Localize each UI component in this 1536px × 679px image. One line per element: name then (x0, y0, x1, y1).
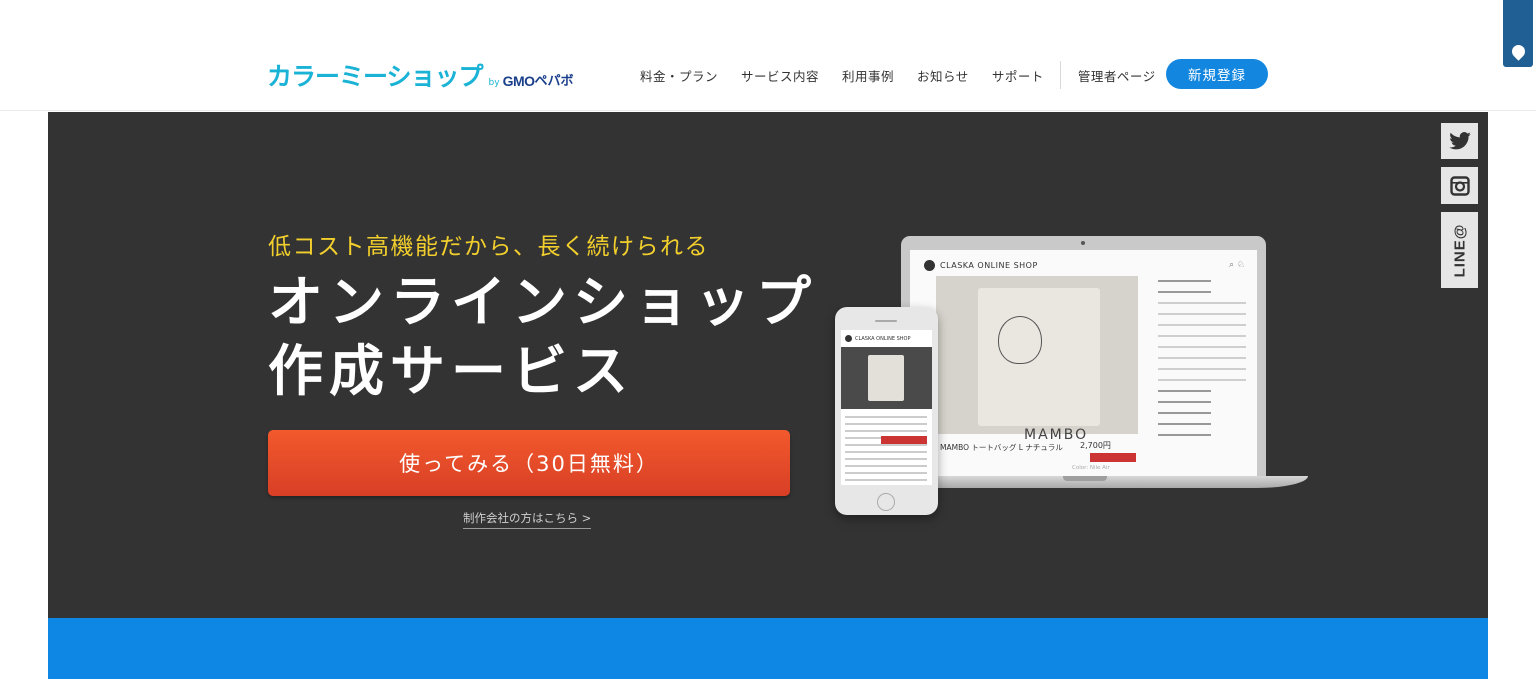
site-header: カラーミーショップ by GMO ペパボ 料金・プラン サービス内容 利用事例 … (0, 0, 1536, 111)
corner-tab[interactable] (1503, 0, 1533, 67)
agency-link[interactable]: 制作会社の方はこちら > (463, 510, 592, 529)
laptop-notch (1063, 476, 1107, 481)
nav-news[interactable]: お知らせ (917, 66, 969, 85)
laptop-camera (1081, 241, 1085, 245)
location-pin-icon (1509, 42, 1528, 61)
phone-text-lines (845, 416, 927, 485)
instagram-icon (1449, 175, 1470, 196)
nav-divider (1059, 61, 1061, 89)
phone-home-button (877, 493, 895, 511)
phone-tote-bag (868, 355, 904, 401)
mockup-product-photo: MAMBO (936, 276, 1138, 443)
phone-product-photo (841, 347, 932, 409)
mockup-shop-logo: CLASKA ONLINE SHOP (924, 260, 1038, 271)
mockup-price: 2,700円 (1080, 441, 1111, 450)
colorme-shop-logo[interactable]: カラーミーショップ by GMO ペパボ (267, 58, 574, 92)
nav-cases[interactable]: 利用事例 (842, 66, 894, 85)
instagram-button[interactable] (1441, 167, 1478, 204)
mockup-search-icon: ⌕ ♘ (1229, 260, 1245, 270)
logo-wordmark: カラーミーショップ (267, 62, 484, 91)
phone-shop-logo: CLASKA ONLINE SHOP (845, 335, 911, 342)
line-button[interactable]: LINE@ (1441, 212, 1478, 288)
mockup-sidebar (1158, 280, 1246, 445)
logo-by: by (488, 78, 500, 88)
phone-mockup: CLASKA ONLINE SHOP (835, 307, 938, 515)
mockup-shop-name: CLASKA ONLINE SHOP (940, 261, 1038, 270)
nav-support[interactable]: サポート (992, 66, 1044, 85)
nav-pricing[interactable]: 料金・プラン (640, 66, 718, 85)
hero-headline-line2: 作成サービス (268, 339, 635, 403)
hero-section: 低コスト高機能だから、長く続けられる オンラインショップ 作成サービス 使ってみ… (48, 112, 1488, 618)
phone-screen: CLASKA ONLINE SHOP (841, 330, 932, 485)
phone-shop-name: CLASKA ONLINE SHOP (855, 335, 911, 342)
phone-cart-button (881, 436, 927, 444)
nav-service[interactable]: サービス内容 (741, 66, 819, 85)
laptop-screen: CLASKA ONLINE SHOP ⌕ ♘ MAMBO MAMBO トートバッ… (910, 250, 1257, 476)
mockup-caption: Color: Nile Air (1072, 465, 1110, 471)
nav-admin-page[interactable]: 管理者ページ (1078, 66, 1156, 85)
laptop-mockup: CLASKA ONLINE SHOP ⌕ ♘ MAMBO MAMBO トートバッ… (901, 236, 1266, 478)
mockup-tote-bag (978, 288, 1100, 426)
hero-headline: オンラインショップ 作成サービス (268, 268, 817, 406)
mockup-dog-illustration (998, 316, 1042, 364)
hero-tagline: 低コスト高機能だから、長く続けられる (268, 234, 709, 260)
mockup-cart-button (1090, 453, 1136, 462)
logo-pepabo: ペパボ (534, 74, 574, 89)
hero-headline-line1: オンラインショップ (268, 270, 818, 334)
mockup-product-title: MAMBO トートバッグ L ナチュラル (940, 443, 1063, 452)
line-at-icon: LINE@ (1451, 223, 1469, 277)
twitter-button[interactable] (1441, 123, 1478, 159)
phone-speaker (875, 320, 897, 322)
twitter-icon (1448, 132, 1471, 150)
mockup-brand: MAMBO (1024, 427, 1089, 443)
logo-gmo: GMO (502, 73, 535, 89)
feature-band (48, 618, 1488, 679)
try-free-button[interactable]: 使ってみる（30日無料） (268, 430, 790, 496)
main-nav: 料金・プラン サービス内容 利用事例 お知らせ サポート 管理者ページ (640, 61, 1172, 89)
signup-button[interactable]: 新規登録 (1166, 59, 1268, 89)
